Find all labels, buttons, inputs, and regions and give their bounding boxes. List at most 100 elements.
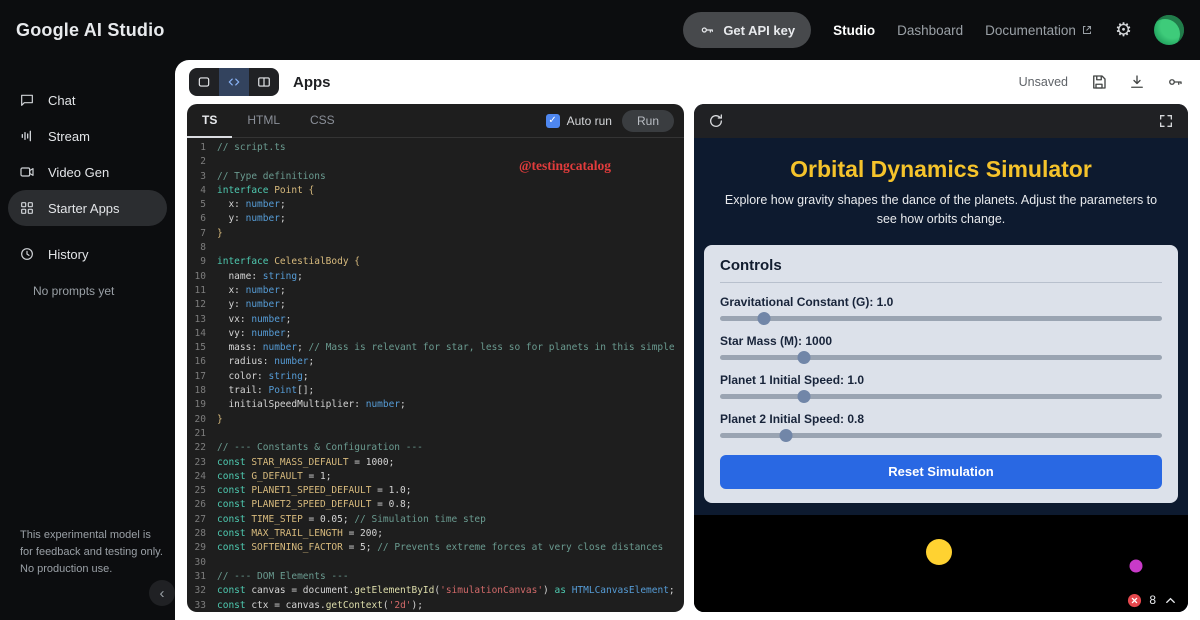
api-key-toolbar-icon[interactable] xyxy=(1164,71,1186,93)
code-text: const STAR_MASS_DEFAULT = 1000; xyxy=(217,456,394,470)
workspace-panels: TS HTML CSS ✓ Auto run Run @testingcatal… xyxy=(175,104,1200,620)
unsaved-status: Unsaved xyxy=(1019,75,1068,89)
disclaimer-text: This experimental model is for feedback … xyxy=(20,527,165,578)
slider[interactable] xyxy=(720,316,1162,321)
line-number: 6 xyxy=(187,212,217,226)
nav-studio[interactable]: Studio xyxy=(833,23,875,38)
sidebar: ChatStreamVideo GenStarter AppsHistory N… xyxy=(0,60,175,620)
code-text: const MAX_TRAIL_LENGTH = 200; xyxy=(217,527,383,541)
get-api-key-label: Get API key xyxy=(723,23,795,38)
slider-row: Planet 2 Initial Speed: 0.8 xyxy=(720,412,1162,438)
run-button[interactable]: Run xyxy=(622,110,674,132)
sidebar-collapse-button[interactable]: ‹ xyxy=(149,580,175,606)
tab-css[interactable]: CSS xyxy=(295,104,350,138)
refresh-icon[interactable] xyxy=(708,113,724,129)
auto-run-toggle[interactable]: ✓ Auto run xyxy=(546,114,612,128)
sidebar-item-chat[interactable]: Chat xyxy=(8,82,167,118)
slider[interactable] xyxy=(720,355,1162,360)
code-text: mass: number; // Mass is relevant for st… xyxy=(217,341,675,355)
preview-only-view-icon[interactable] xyxy=(189,68,219,96)
code-line: 8 xyxy=(187,241,684,255)
code-area[interactable]: @testingcatalog 1// script.ts23// Type d… xyxy=(187,138,684,612)
fullscreen-icon[interactable] xyxy=(1158,113,1174,129)
code-text: x: number; xyxy=(217,284,286,298)
code-line: 31// --- DOM Elements --- xyxy=(187,570,684,584)
stream-icon xyxy=(18,127,36,145)
code-text: radius: number; xyxy=(217,355,314,369)
slider-thumb[interactable] xyxy=(797,390,810,403)
split-view-icon[interactable] xyxy=(249,68,279,96)
nav-documentation[interactable]: Documentation xyxy=(985,23,1093,38)
code-line: 6 y: number; xyxy=(187,212,684,226)
code-line: 16 radius: number; xyxy=(187,355,684,369)
code-text: // script.ts xyxy=(217,141,286,155)
slider-thumb[interactable] xyxy=(780,429,793,442)
code-line: 33const ctx = canvas.getContext('2d'); xyxy=(187,599,684,613)
sidebar-item-starter-apps[interactable]: Starter Apps xyxy=(8,190,167,226)
get-api-key-button[interactable]: Get API key xyxy=(683,12,811,48)
code-line: 4interface Point { xyxy=(187,184,684,198)
code-text: } xyxy=(217,413,223,427)
app-logo: Google AI Studio xyxy=(16,20,165,41)
nav-documentation-label: Documentation xyxy=(985,23,1076,38)
console-bar[interactable]: 8 xyxy=(694,588,1188,612)
code-text: const SOFTENING_FACTOR = 5; // Prevents … xyxy=(217,541,663,555)
tab-ts[interactable]: TS xyxy=(187,104,232,138)
line-number: 29 xyxy=(187,541,217,555)
code-text: x: number; xyxy=(217,198,286,212)
code-text: } xyxy=(217,227,223,241)
header: Google AI Studio Get API key Studio Dash… xyxy=(0,0,1200,60)
download-icon[interactable] xyxy=(1126,71,1148,93)
tab-html[interactable]: HTML xyxy=(232,104,295,138)
code-line: 12 y: number; xyxy=(187,298,684,312)
sidebar-item-stream[interactable]: Stream xyxy=(8,118,167,154)
code-line: 18 trail: Point[]; xyxy=(187,384,684,398)
sidebar-item-history[interactable]: History xyxy=(8,236,167,272)
code-text: const ctx = canvas.getContext('2d'); xyxy=(217,599,423,613)
simulator-header: Orbital Dynamics Simulator Explore how g… xyxy=(694,138,1188,515)
line-number: 4 xyxy=(187,184,217,198)
auto-run-checkbox[interactable]: ✓ xyxy=(546,114,560,128)
settings-gear-icon[interactable]: ⚙ xyxy=(1115,21,1132,40)
code-line: 1// script.ts xyxy=(187,141,684,155)
google-ai-studio: Google AI Studio Get API key Studio Dash… xyxy=(0,0,1200,620)
apps-toolbar-actions: Unsaved xyxy=(1019,71,1186,93)
code-line: 9interface CelestialBody { xyxy=(187,255,684,269)
code-line: 5 x: number; xyxy=(187,198,684,212)
slider[interactable] xyxy=(720,394,1162,399)
code-line: 7} xyxy=(187,227,684,241)
code-line: 13 vx: number; xyxy=(187,313,684,327)
slider-thumb[interactable] xyxy=(797,351,810,364)
line-number: 14 xyxy=(187,327,217,341)
key-icon xyxy=(699,22,715,38)
sidebar-item-label: Starter Apps xyxy=(48,201,120,216)
preview-topbar xyxy=(694,104,1188,138)
code-line: 11 x: number; xyxy=(187,284,684,298)
nav-dashboard[interactable]: Dashboard xyxy=(897,23,963,38)
reset-simulation-button[interactable]: Reset Simulation xyxy=(720,455,1162,489)
line-number: 2 xyxy=(187,155,217,169)
code-line: 25const PLANET1_SPEED_DEFAULT = 1.0; xyxy=(187,484,684,498)
code-line: 10 name: string; xyxy=(187,270,684,284)
code-text: const G_DEFAULT = 1; xyxy=(217,470,331,484)
line-number: 33 xyxy=(187,599,217,613)
planet xyxy=(1130,559,1143,572)
code-line: 19 initialSpeedMultiplier: number; xyxy=(187,398,684,412)
code-view-icon[interactable] xyxy=(219,68,249,96)
slider-thumb[interactable] xyxy=(758,312,771,325)
code-text: // --- Constants & Configuration --- xyxy=(217,441,423,455)
code-line: 27const TIME_STEP = 0.05; // Simulation … xyxy=(187,513,684,527)
user-avatar[interactable] xyxy=(1154,15,1184,45)
slider[interactable] xyxy=(720,433,1162,438)
sidebar-item-video-gen[interactable]: Video Gen xyxy=(8,154,167,190)
video-icon xyxy=(18,163,36,181)
line-number: 20 xyxy=(187,413,217,427)
simulator-title: Orbital Dynamics Simulator xyxy=(704,156,1178,183)
simulation-canvas[interactable] xyxy=(694,515,1188,589)
code-text: const PLANET2_SPEED_DEFAULT = 0.8; xyxy=(217,498,412,512)
code-text: const PLANET1_SPEED_DEFAULT = 1.0; xyxy=(217,484,412,498)
code-line: 28const MAX_TRAIL_LENGTH = 200; xyxy=(187,527,684,541)
view-toggle-group xyxy=(189,68,279,96)
code-line: 26const PLANET2_SPEED_DEFAULT = 0.8; xyxy=(187,498,684,512)
save-icon[interactable] xyxy=(1088,71,1110,93)
